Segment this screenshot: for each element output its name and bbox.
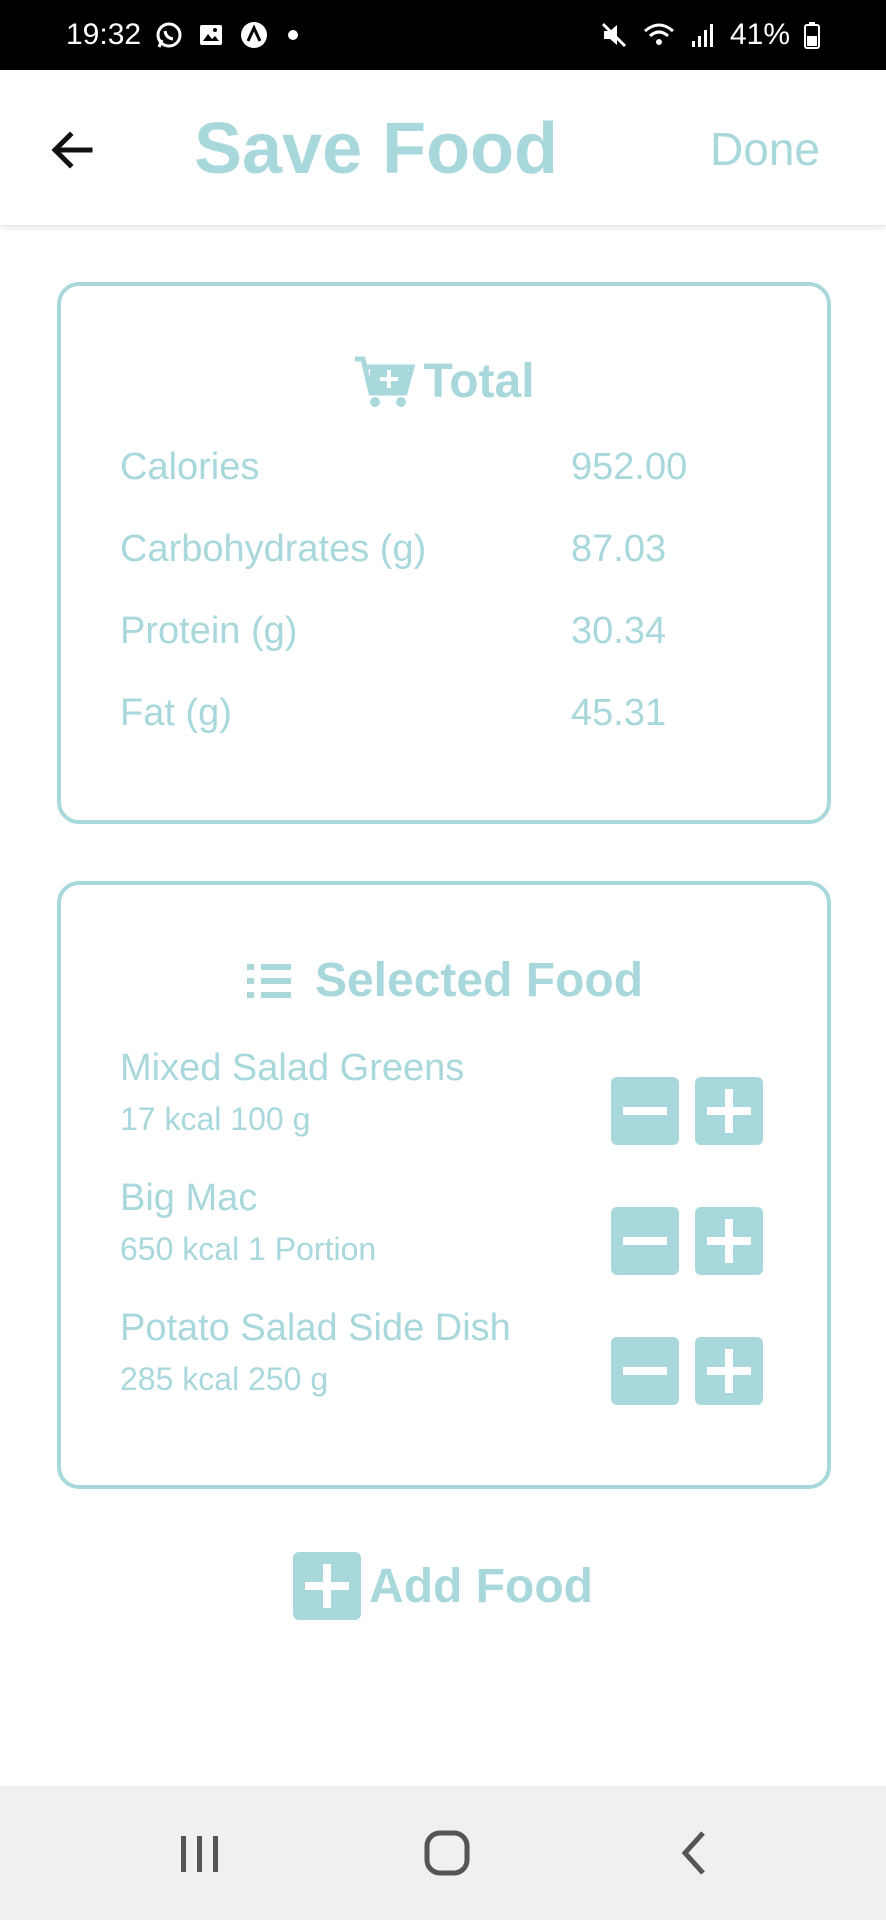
plus-square-icon: [293, 1552, 362, 1620]
decrease-button[interactable]: [611, 1077, 679, 1145]
status-time: 19:32: [66, 18, 142, 51]
decrease-button[interactable]: [611, 1337, 679, 1405]
system-nav-bar: [0, 1786, 886, 1920]
recents-icon: [181, 1836, 218, 1872]
home-button[interactable]: [412, 1818, 482, 1888]
total-card: Total Calories 952.00 Carbohydrates (g) …: [57, 282, 831, 824]
food-name: Mixed Salad Greens: [120, 1047, 465, 1089]
nutrient-label: Protein (g): [120, 610, 298, 652]
total-title: Total: [423, 355, 535, 408]
wifi-icon: [642, 21, 676, 49]
increase-button[interactable]: [695, 1337, 763, 1405]
nutrient-value: 952.00: [571, 446, 688, 488]
app-icon: [239, 20, 269, 50]
decrease-button[interactable]: [611, 1207, 679, 1275]
food-list-item: Big Mac 650 kcal 1 Portion: [120, 1177, 780, 1287]
nutrient-value: 30.34: [571, 610, 667, 652]
food-info: 285 kcal 250 g: [120, 1361, 329, 1397]
increase-button[interactable]: [695, 1207, 763, 1275]
nutrient-value: 45.31: [571, 692, 667, 734]
add-food-label: Add Food: [369, 1559, 593, 1613]
back-icon: [681, 1831, 705, 1875]
dot-icon: [283, 25, 303, 45]
food-name: Big Mac: [120, 1177, 258, 1219]
status-bar: 19:32 41%: [0, 0, 886, 70]
status-bar-right: 41%: [600, 18, 820, 52]
increase-button[interactable]: [695, 1077, 763, 1145]
selected-food-header: Selected Food: [61, 953, 827, 1008]
food-list-item: Mixed Salad Greens 17 kcal 100 g: [120, 1047, 780, 1157]
mute-icon: [600, 21, 628, 49]
food-list-item: Potato Salad Side Dish 285 kcal 250 g: [120, 1307, 780, 1417]
food-info: 650 kcal 1 Portion: [120, 1231, 377, 1267]
selected-food-card: Selected Food Mixed Salad Greens 17 kcal…: [57, 881, 831, 1489]
selected-food-title: Selected Food: [314, 954, 644, 1007]
gallery-icon: [197, 21, 225, 49]
nutrient-label: Fat (g): [120, 692, 232, 734]
nutrient-label: Carbohydrates (g): [120, 528, 427, 570]
nav-back-button[interactable]: [660, 1818, 730, 1888]
battery-percent: 41%: [729, 18, 790, 51]
signal-icon: [690, 21, 716, 49]
list-icon: [246, 963, 291, 998]
nutrient-label: Calories: [120, 446, 260, 488]
food-name: Potato Salad Side Dish: [120, 1307, 511, 1349]
status-bar-left: 19:32: [66, 18, 303, 52]
whatsapp-icon: [155, 21, 183, 49]
recents-button[interactable]: [164, 1818, 234, 1888]
home-icon: [424, 1830, 470, 1876]
done-button[interactable]: Done: [710, 122, 820, 176]
food-info: 17 kcal 100 g: [120, 1101, 311, 1137]
app-bar: Save Food Done: [0, 70, 886, 226]
total-header: Total: [61, 354, 827, 409]
page-title: Save Food: [193, 109, 559, 189]
add-food-button[interactable]: Add Food: [0, 1552, 886, 1620]
cart-plus-icon: [355, 356, 416, 407]
nutrient-value: 87.03: [571, 528, 667, 570]
battery-icon: [804, 21, 820, 49]
